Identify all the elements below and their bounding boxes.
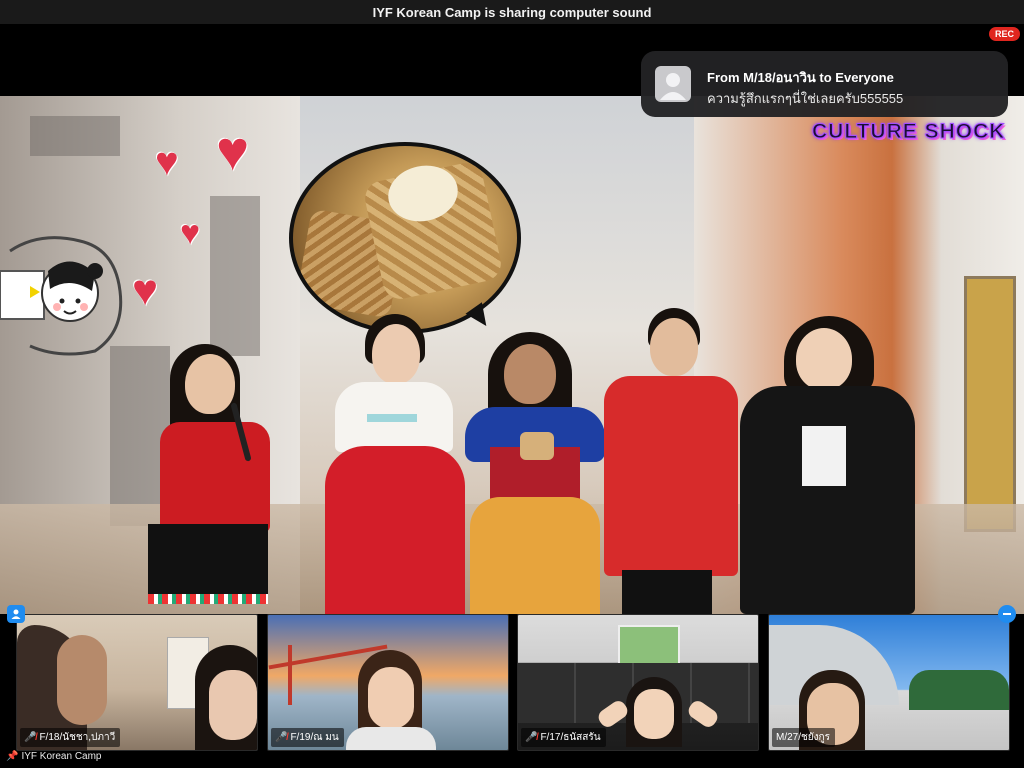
participant-tile[interactable]: 🎤̸ F/17/ธนัสสรัน [517, 614, 759, 751]
sticky-rice-basket-image [289, 142, 521, 334]
participant-name-label: 🎤̸ F/19/ณ มน [271, 728, 344, 747]
person-avatar-icon [655, 66, 691, 102]
performer-3 [460, 332, 610, 614]
notification-message: ความรู้สึกแรกๆนี่ใช่เลยครับ555555 [707, 91, 904, 106]
participant-tile[interactable]: 🎤̸ F/18/นัชชา,ปภาวี [16, 614, 258, 751]
performer-1 [140, 344, 290, 614]
mic-off-icon: 🎤̸ [525, 732, 538, 743]
shared-video: ♥ ♥ ♥ ♥ CULTURE SHOCK [0, 96, 1024, 614]
performer-4 [600, 308, 740, 614]
pin-icon: 📌 [6, 751, 19, 762]
host-label: 📌 IYF Korean Camp [6, 751, 102, 762]
performer-2 [315, 314, 470, 614]
sharing-banner: IYF Korean Camp is sharing computer soun… [0, 0, 1024, 24]
notification-title: From M/18/อนาวิน to Everyone [707, 70, 894, 85]
heart-icon: ♥ [180, 214, 201, 252]
chat-notification[interactable]: From M/18/อนาวิน to Everyone ความรู้สึกแ… [641, 51, 1008, 117]
mic-off-icon: 🎤̸ [275, 732, 288, 743]
heart-icon: ♥ [216, 119, 250, 182]
participant-name-label: 🎤̸ F/18/นัชชา,ปภาวี [20, 728, 121, 747]
minimize-icon[interactable] [998, 605, 1016, 623]
cartoon-girl-sticker [0, 236, 123, 356]
heart-icon: ♥ [132, 266, 159, 315]
participant-tile[interactable]: M/27/ชยังกูร [768, 614, 1010, 751]
participant-name-label: M/27/ชยังกูร [772, 728, 835, 747]
sharing-text: IYF Korean Camp is sharing computer soun… [372, 4, 652, 20]
mic-off-icon: 🎤̸ [24, 732, 37, 743]
performer-5 [740, 316, 920, 614]
rec-badge: REC [988, 27, 1020, 41]
gallery-view-icon[interactable] [7, 605, 25, 623]
participant-name-label: 🎤̸ F/17/ธนัสสรัน [521, 728, 606, 747]
culture-shock-title: CULTURE SHOCK [811, 120, 1006, 144]
heart-icon: ♥ [155, 140, 179, 184]
participant-tile[interactable]: 🎤̸ F/19/ณ มน [267, 614, 509, 751]
